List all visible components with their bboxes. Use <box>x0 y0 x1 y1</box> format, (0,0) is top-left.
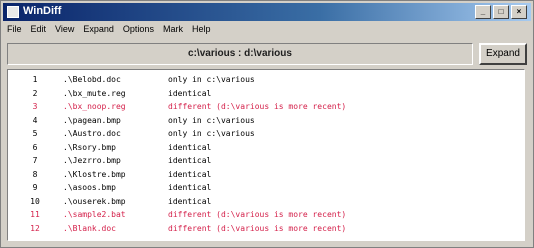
menu-bar: File Edit View Expand Options Mark Help <box>7 24 210 38</box>
compare-status: different (d:\various is more recent) <box>168 210 347 219</box>
file-name: .\Blank.doc <box>63 223 116 233</box>
list-item[interactable]: 3 .\bx_noop.reg different (d:\various is m… <box>8 102 524 112</box>
compare-header: c:\various : d:\various Expand <box>7 43 527 67</box>
row-number: 9 <box>32 183 38 192</box>
compare-status: only in c:\various <box>168 115 255 125</box>
compare-status: identical <box>168 183 212 192</box>
row-number: 12 <box>30 223 40 233</box>
file-name: .\asoos.bmp <box>63 183 116 192</box>
compare-status: different (d:\various is more recent) <box>168 102 347 111</box>
list-item[interactable]: 7 .\Jezrro.bmp identical <box>8 156 524 166</box>
list-item[interactable]: 1 .\Belobd.doc only in c:\various <box>8 75 524 85</box>
row-number: 3 <box>32 102 38 111</box>
list-item[interactable]: 11 .\sample2.bat different (d:\various is … <box>8 210 524 220</box>
compare-status: only in c:\various <box>168 129 255 138</box>
window-title: WinDiff <box>23 5 62 17</box>
row-number: 2 <box>32 88 38 98</box>
file-name: .\Belobd.doc <box>63 75 121 84</box>
minimize-icon[interactable]: _ <box>475 5 491 19</box>
compare-status: identical <box>168 142 212 152</box>
expand-button[interactable]: Expand <box>479 43 527 65</box>
file-name: .\sample2.bat <box>63 210 126 219</box>
compare-status: identical <box>168 88 212 98</box>
file-name: .\ouserek.bmp <box>63 196 126 206</box>
app-icon <box>7 6 19 18</box>
row-number: 8 <box>32 169 38 179</box>
row-number: 11 <box>30 210 40 219</box>
file-name: .\bx_mute.reg <box>63 88 126 98</box>
file-name: .\Rsory.bmp <box>63 142 116 152</box>
compared-folders: c:\various : d:\various <box>7 43 473 65</box>
file-name: .\bx_noop.reg <box>63 102 126 111</box>
list-item[interactable]: 6 .\Rsory.bmp identical <box>8 143 524 153</box>
maximize-icon[interactable]: □ <box>493 5 509 19</box>
list-item[interactable]: 9 .\asoos.bmp identical <box>8 183 524 193</box>
row-number: 5 <box>32 129 38 138</box>
compare-status: identical <box>168 169 212 179</box>
menu-edit[interactable]: Edit <box>31 24 47 38</box>
list-item[interactable]: 8 .\Klostre.bmp identical <box>8 170 524 180</box>
menu-options[interactable]: Options <box>123 24 154 38</box>
row-number: 7 <box>32 156 38 165</box>
menu-mark[interactable]: Mark <box>163 24 183 38</box>
menu-help[interactable]: Help <box>192 24 211 38</box>
row-number: 1 <box>32 75 38 84</box>
file-name: .\Austro.doc <box>63 129 121 138</box>
list-item[interactable]: 2 .\bx_mute.reg identical <box>8 89 524 99</box>
windiff-window: WinDiff _ □ × File Edit View Expand Opti… <box>0 0 534 248</box>
list-item[interactable]: 5 .\Austro.doc only in c:\various <box>8 129 524 139</box>
menu-view[interactable]: View <box>55 24 74 38</box>
close-icon[interactable]: × <box>511 5 527 19</box>
list-item[interactable]: 4 .\pagean.bmp only in c:\various <box>8 116 524 126</box>
file-name: .\Jezrro.bmp <box>63 156 121 165</box>
window-controls: _ □ × <box>475 5 527 19</box>
compare-status: different (d:\various is more recent) <box>168 223 347 233</box>
row-number: 6 <box>32 142 38 152</box>
file-list[interactable]: 1 .\Belobd.doc only in c:\various 2 .\bx_mut… <box>7 69 525 241</box>
file-name: .\Klostre.bmp <box>63 169 126 179</box>
menu-expand[interactable]: Expand <box>83 24 114 38</box>
list-item[interactable]: 10 .\ouserek.bmp identical <box>8 197 524 207</box>
compare-status: identical <box>168 156 212 165</box>
row-number: 4 <box>32 115 38 125</box>
menu-file[interactable]: File <box>7 24 22 38</box>
row-number: 10 <box>30 196 40 206</box>
compare-status: identical <box>168 196 212 206</box>
file-name: .\pagean.bmp <box>63 115 121 125</box>
compare-status: only in c:\various <box>168 75 255 84</box>
title-bar[interactable]: WinDiff _ □ × <box>3 3 531 21</box>
list-item[interactable]: 12 .\Blank.doc different (d:\various is mo… <box>8 224 524 234</box>
